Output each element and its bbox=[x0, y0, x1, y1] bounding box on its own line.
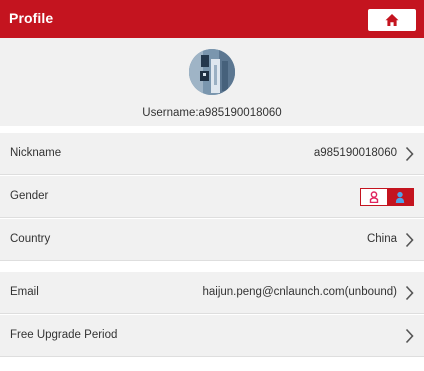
row-free-upgrade-period[interactable]: Free Upgrade Period bbox=[0, 315, 424, 357]
page-title: Profile bbox=[9, 10, 54, 26]
female-icon bbox=[369, 191, 379, 203]
row-email[interactable]: Email haijun.peng@cnlaunch.com(unbound) bbox=[0, 272, 424, 314]
free-upgrade-period-label: Free Upgrade Period bbox=[10, 329, 118, 341]
row-nickname[interactable]: Nickname a985190018060 bbox=[0, 133, 424, 175]
male-icon bbox=[395, 191, 405, 203]
gender-male-option[interactable] bbox=[387, 189, 413, 205]
section-divider bbox=[0, 126, 424, 132]
row-gender: Gender bbox=[0, 176, 424, 218]
chevron-right-icon bbox=[405, 285, 414, 301]
profile-screen: Profile Username:a985190018060 Nickname … bbox=[0, 0, 424, 371]
section-divider bbox=[0, 262, 424, 272]
email-label: Email bbox=[10, 286, 39, 298]
gender-label: Gender bbox=[10, 190, 49, 202]
chevron-right-icon bbox=[405, 328, 414, 344]
email-value: haijun.peng@cnlaunch.com(unbound) bbox=[202, 286, 397, 298]
nickname-label: Nickname bbox=[10, 147, 62, 159]
user-avatar-icon bbox=[189, 49, 235, 95]
nickname-value: a985190018060 bbox=[313, 147, 397, 159]
gender-toggle[interactable] bbox=[360, 188, 414, 206]
top-bar: Profile bbox=[0, 0, 424, 38]
home-icon bbox=[385, 14, 399, 26]
country-label: Country bbox=[10, 233, 51, 245]
username-label: Username:a985190018060 bbox=[142, 107, 282, 119]
gender-female-option[interactable] bbox=[361, 189, 387, 205]
country-value: China bbox=[366, 233, 397, 245]
row-country[interactable]: Country China bbox=[0, 219, 424, 261]
profile-header: Username:a985190018060 bbox=[0, 38, 424, 126]
chevron-right-icon bbox=[405, 232, 414, 248]
chevron-right-icon bbox=[405, 146, 414, 162]
home-button[interactable] bbox=[368, 9, 416, 31]
avatar[interactable] bbox=[189, 49, 235, 95]
